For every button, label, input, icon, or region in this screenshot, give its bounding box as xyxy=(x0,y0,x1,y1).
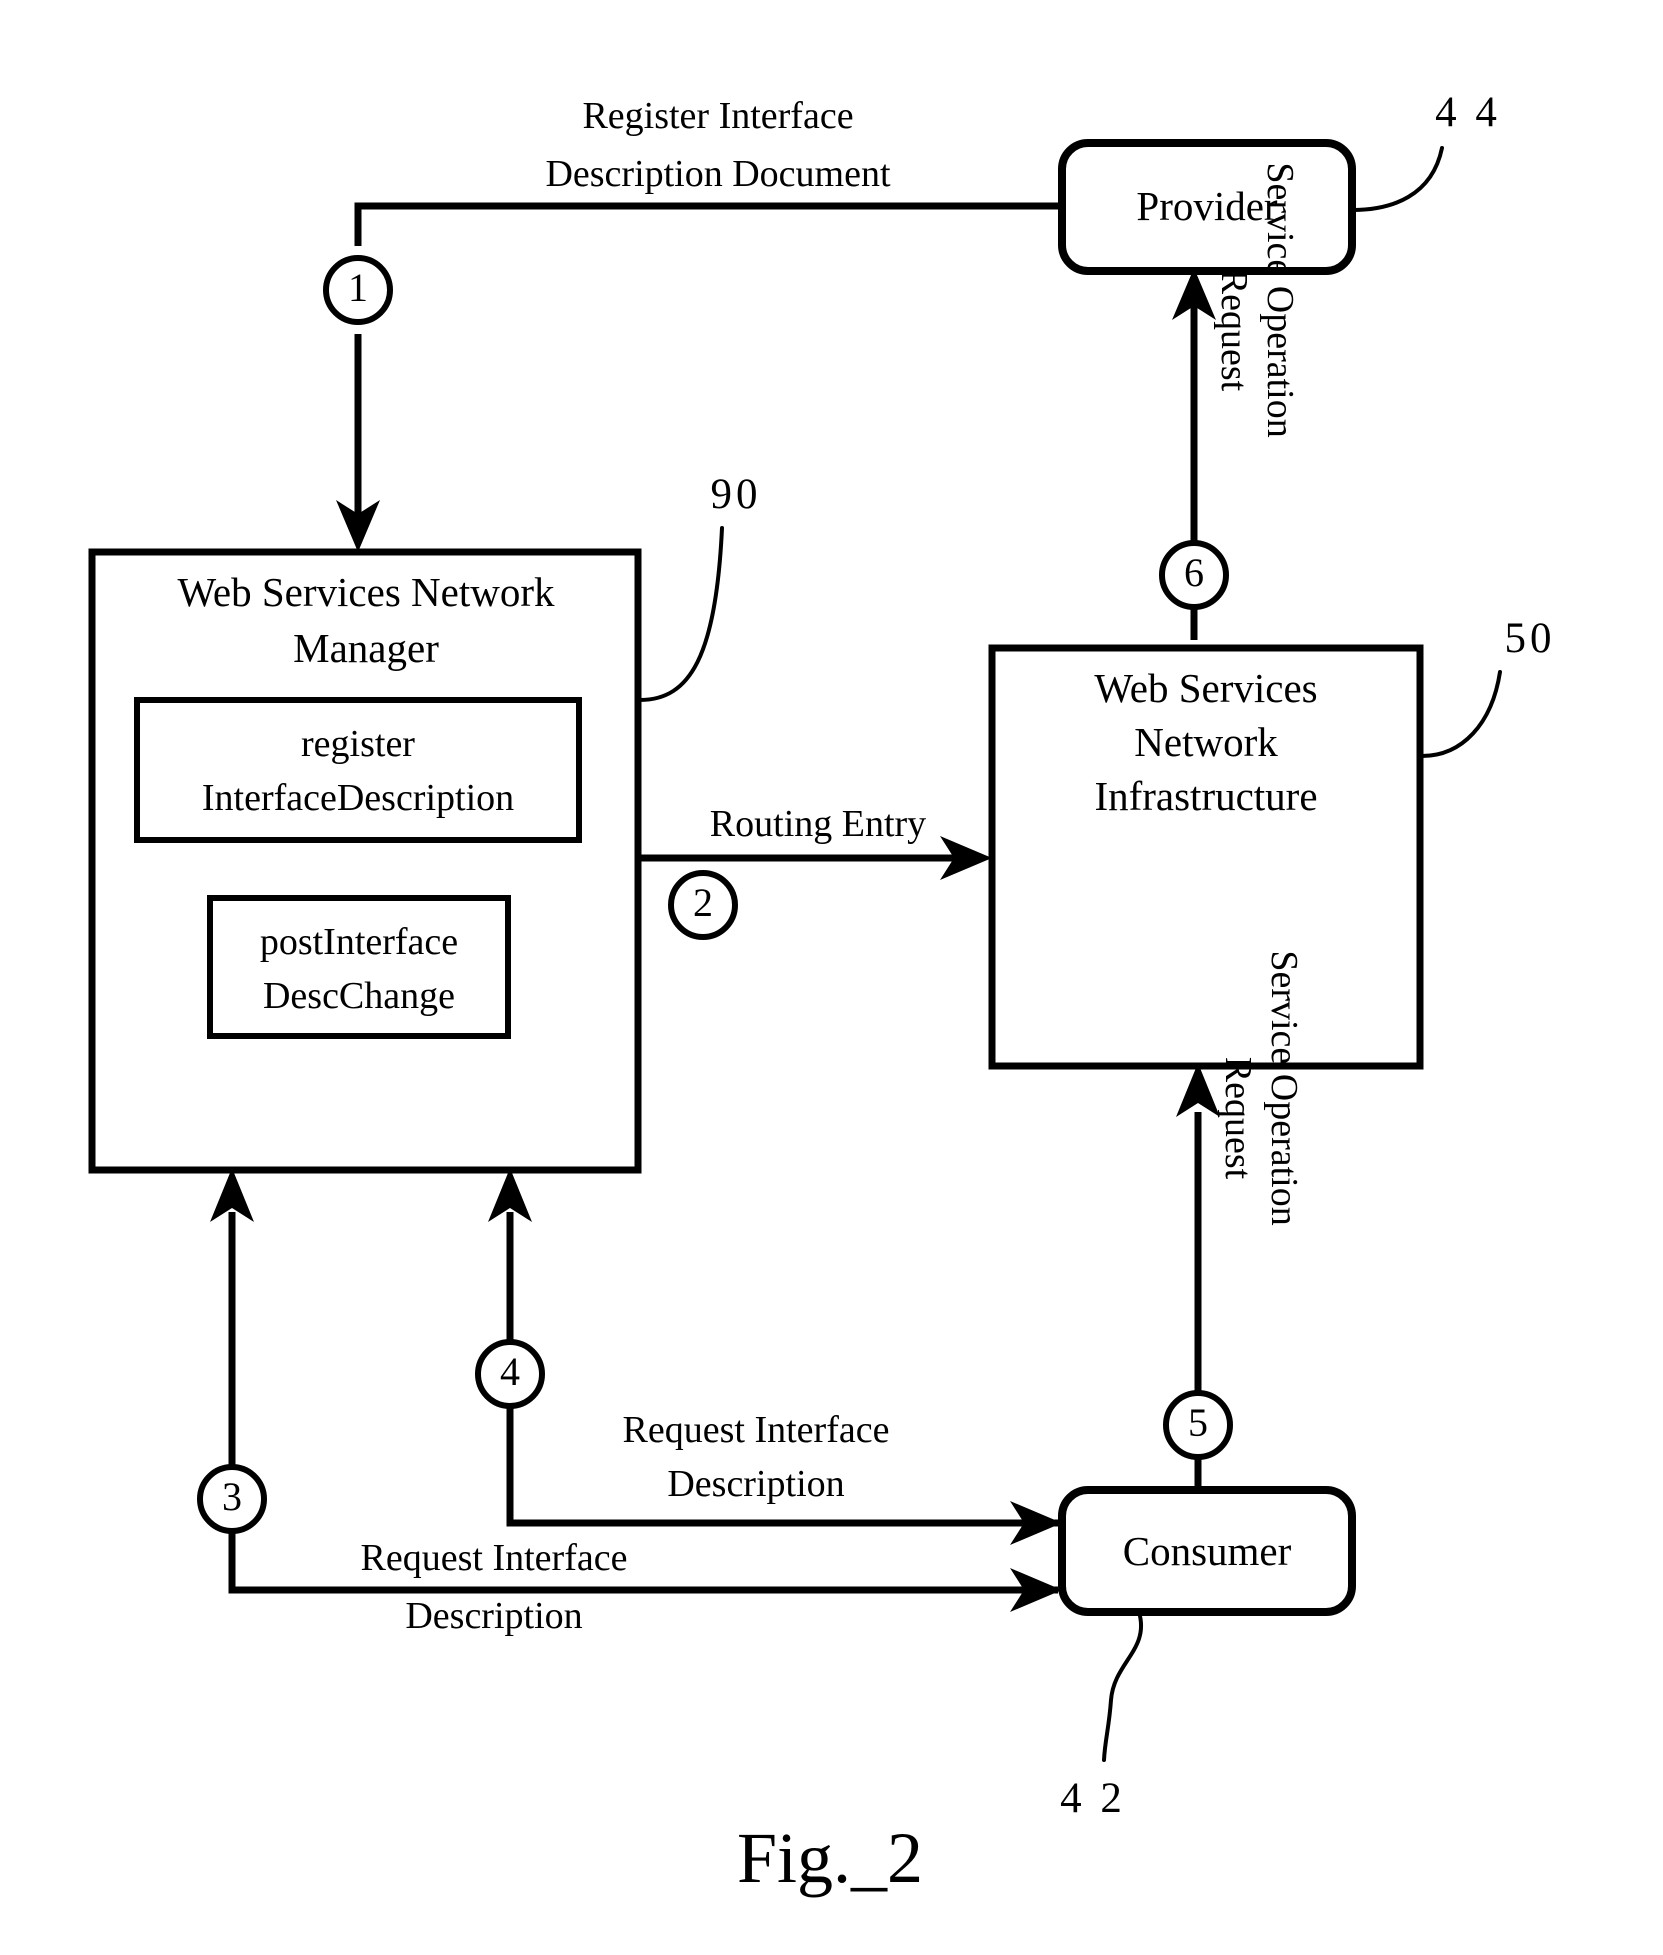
figure-caption: Fig._2 xyxy=(737,1818,923,1898)
flow-2-routing-entry: Routing Entry 2 xyxy=(638,803,992,940)
register-interface-description-line1: register xyxy=(301,723,415,765)
manager-reference-callout: 90 xyxy=(638,471,762,702)
infrastructure-title-line1: Web Services xyxy=(1094,665,1317,711)
flow-3-path-lower xyxy=(228,1531,1058,1594)
post-interface-desc-change-line1: postInterface xyxy=(260,921,458,963)
register-interface-description-box[interactable] xyxy=(134,697,582,843)
patent-figure-diagram: Register Interface Description Document … xyxy=(88,89,1556,1898)
flow-1-path-upper xyxy=(354,202,1062,246)
infrastructure-title-line3: Infrastructure xyxy=(1094,773,1317,819)
manager-ref-number: 90 xyxy=(711,471,762,518)
flow-3-label-line1: Request Interface xyxy=(361,1537,628,1579)
flow-3-label-line2: Description xyxy=(405,1595,582,1637)
flow-5-arrowhead xyxy=(1176,1063,1220,1117)
consumer-reference-callout: 4 2 xyxy=(1060,1610,1143,1822)
flow-4-label-line2: Description xyxy=(667,1463,844,1505)
step-marker-3-label: 3 xyxy=(222,1474,242,1519)
consumer-ref-number: 4 2 xyxy=(1060,1775,1126,1822)
component-register-interface-description[interactable]: register InterfaceDescription xyxy=(134,697,582,843)
infrastructure-ref-number: 50 xyxy=(1505,615,1556,662)
infrastructure-reference-callout: 50 xyxy=(1420,615,1556,758)
step-marker-4-label: 4 xyxy=(500,1349,520,1394)
step-marker-6-label: 6 xyxy=(1184,550,1204,595)
provider-ref-number: 4 4 xyxy=(1435,89,1501,136)
component-post-interface-desc-change[interactable]: postInterface DescChange xyxy=(207,895,511,1039)
provider-ref-leader-line xyxy=(1350,146,1444,212)
figure-root: Register Interface Description Document … xyxy=(0,0,1663,1955)
step-marker-5-label: 5 xyxy=(1188,1400,1208,1445)
manager-title-line1: Web Services Network xyxy=(178,569,555,615)
flow-4-request-interface-description: Request Interface Description 4 xyxy=(475,1168,1062,1545)
infrastructure-title-line2: Network xyxy=(1134,719,1278,765)
flow-2-label-line1: Routing Entry xyxy=(710,803,926,845)
infrastructure-ref-leader-line xyxy=(1420,670,1502,758)
flow-4-label-line1: Request Interface xyxy=(623,1409,890,1451)
step-marker-1-label: 1 xyxy=(348,265,368,310)
flow-3-request-interface-description: Request Interface Description 3 xyxy=(197,1168,1062,1637)
provider-reference-callout: 4 4 xyxy=(1350,89,1501,212)
manager-title-line2: Manager xyxy=(293,625,439,671)
node-provider[interactable]: Provider xyxy=(1058,139,1356,275)
flow-6-label-line2: Request xyxy=(1213,269,1255,392)
register-interface-description-line2: InterfaceDescription xyxy=(202,777,514,819)
flow-5-label-line1: Service Operation xyxy=(1263,950,1305,1225)
flow-1-label-line1: Register Interface xyxy=(582,95,853,137)
flow-5-label-line2: Request xyxy=(1217,1057,1259,1180)
consumer-label: Consumer xyxy=(1123,1528,1292,1574)
node-web-services-network-infrastructure[interactable]: Web Services Network Infrastructure xyxy=(988,644,1424,1070)
consumer-ref-leader-line xyxy=(1102,1610,1143,1762)
node-web-services-network-manager[interactable]: Web Services Network Manager register In… xyxy=(88,548,642,1174)
manager-ref-leader-line xyxy=(638,526,724,702)
post-interface-desc-change-line2: DescChange xyxy=(263,975,455,1017)
flow-1-register-interface-description-document: Register Interface Description Document … xyxy=(323,95,1062,552)
provider-label: Provider xyxy=(1136,183,1278,229)
flow-1-label-line2: Description Document xyxy=(545,153,891,195)
node-consumer[interactable]: Consumer xyxy=(1058,1486,1356,1616)
step-marker-2-label: 2 xyxy=(693,880,713,925)
flow-6-label-line1: Service Operation xyxy=(1259,162,1301,437)
